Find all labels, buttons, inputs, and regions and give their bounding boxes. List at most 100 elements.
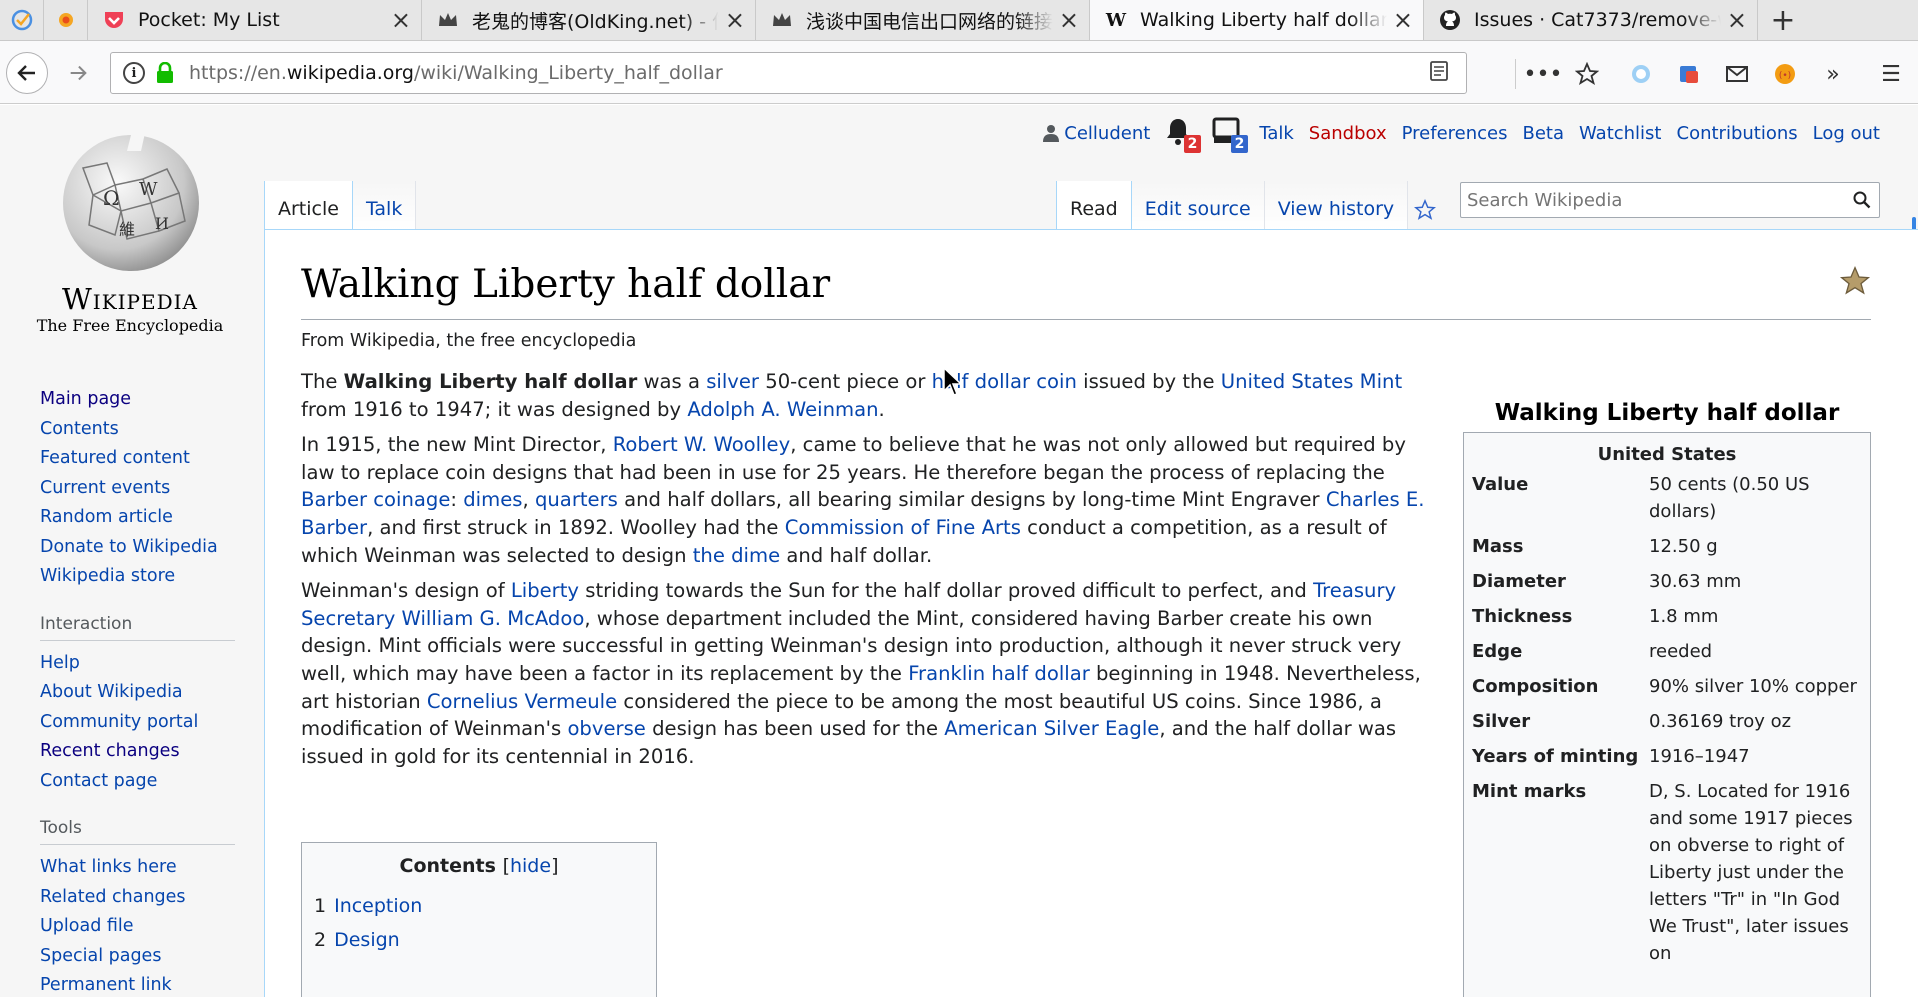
tab-edit-source[interactable]: Edit source [1131,181,1265,230]
url-text[interactable]: https://en.wikipedia.org/wiki/Walking_Li… [189,62,1426,84]
address-bar[interactable]: i https://en.wikipedia.org/wiki/Walking_… [110,52,1467,94]
link-barber-coinage[interactable]: Barber coinage [301,488,450,511]
sidebar-item[interactable]: Special pages [40,942,240,972]
site-info-icon[interactable]: i [123,62,145,84]
pinned-tab-extension[interactable] [44,0,88,40]
pocket-icon [102,8,126,32]
tab-talk[interactable]: Talk [352,181,417,230]
close-tab-icon[interactable]: × [391,6,411,34]
wikipedia-logo[interactable]: Ω W 維 И Wikipedia The Free Encyclopedia [30,123,230,335]
link-robert-woolley[interactable]: Robert W. Woolley [613,433,791,456]
link-commission-fine-arts[interactable]: Commission of Fine Arts [785,516,1021,539]
alerts-button[interactable]: 2 [1165,117,1202,153]
sidebar-item[interactable]: Current events [40,474,240,504]
reader-view-icon[interactable] [1426,60,1452,87]
link-obverse[interactable]: obverse [567,717,645,740]
search-icon[interactable] [1845,191,1879,209]
overflow-chevron-icon[interactable]: » [1818,59,1848,89]
beta-link[interactable]: Beta [1523,123,1565,144]
browser-tab[interactable]: 浅谈中国电信出口网络的链接 × [756,0,1090,40]
featured-article-star-icon[interactable] [1839,265,1871,302]
infobox-row: Value 50 cents (0.50 US dollars) [1472,471,1862,525]
sidebar-item[interactable]: Wikipedia store [40,562,240,592]
search-input[interactable] [1461,189,1845,211]
tab-view-history[interactable]: View history [1264,181,1409,230]
sidebar-item[interactable]: Contact page [40,767,240,797]
close-tab-icon[interactable]: × [725,6,745,34]
watchlist-link[interactable]: Watchlist [1579,123,1661,144]
sidebar-item[interactable]: Community portal [40,708,240,738]
link-liberty[interactable]: Liberty [511,579,579,602]
lock-icon[interactable] [155,61,175,84]
sidebar-item[interactable]: Main page [40,385,240,415]
toc-hide-link[interactable]: hide [510,855,551,877]
toc-item[interactable]: 2 Design [314,923,644,957]
close-tab-icon[interactable]: × [1059,6,1079,34]
browser-tab-active[interactable]: W Walking Liberty half dollar × [1090,0,1424,40]
link-franklin-half-dollar[interactable]: Franklin half dollar [908,662,1090,685]
watch-star-icon[interactable] [1408,181,1442,230]
crown-icon [770,8,794,32]
sidebar-item[interactable]: Donate to Wikipedia [40,533,240,563]
extension-circle-icon[interactable] [1626,59,1656,89]
hamburger-menu-icon[interactable]: ☰ [1876,59,1906,89]
logout-link[interactable]: Log out [1813,123,1880,144]
link-dimes[interactable]: dimes [463,488,522,511]
sidebar-item[interactable]: Recent changes [40,737,240,767]
browser-tab-strip: Pocket: My List × 老鬼的博客(OldKing.net) - 信… [0,0,1918,41]
browser-tab[interactable]: Pocket: My List × [88,0,422,40]
link-cornelius-vermeule[interactable]: Cornelius Vermeule [427,690,617,713]
toc-item[interactable]: 1 Inception [314,889,644,923]
pinned-tab-todo[interactable] [0,0,44,40]
browser-tab[interactable]: 老鬼的博客(OldKing.net) - 信 × [422,0,756,40]
infobox: Walking Liberty half dollar United State… [1463,400,1871,997]
link-the-dime[interactable]: the dime [693,544,780,567]
notices-button[interactable]: 2 [1212,117,1249,153]
sidebar-item[interactable]: Related changes [40,883,240,913]
tab-read[interactable]: Read [1056,181,1132,230]
user-page-link[interactable]: Celludent [1043,123,1150,144]
container-tabs-icon[interactable] [1674,59,1704,89]
toc-link[interactable]: Inception [334,895,422,917]
link-william-mcadoo[interactable]: Treasury Secretary William G. McAdoo [301,579,1396,630]
rss-feed-icon[interactable]: (•) [1770,59,1800,89]
mail-icon[interactable] [1722,59,1752,89]
page-actions-icon[interactable]: ••• [1524,59,1563,89]
sidebar-item[interactable]: Featured content [40,444,240,474]
tab-title: 浅谈中国电信出口网络的链接 [806,10,1053,33]
link-american-silver-eagle[interactable]: American Silver Eagle [944,717,1159,740]
sidebar-item[interactable]: Contents [40,415,240,445]
tab-article[interactable]: Article [264,181,353,230]
link-united-states-mint[interactable]: United States Mint [1221,370,1402,393]
infobox-label: Value [1472,474,1529,495]
sidebar-item[interactable]: Upload file [40,912,240,942]
new-tab-button[interactable]: + [1758,0,1808,40]
back-button[interactable] [6,52,48,94]
sandbox-link[interactable]: Sandbox [1309,123,1387,144]
talk-link[interactable]: Talk [1259,123,1293,144]
preferences-link[interactable]: Preferences [1402,123,1508,144]
web-page: Ω W 維 И Wikipedia The Free Encyclopedia … [0,105,1918,997]
infobox-value: 90% silver 10% copper [1649,676,1857,697]
bookmark-star-icon[interactable] [1572,59,1602,89]
sidebar-item[interactable]: What links here [40,853,240,883]
site-subtitle: From Wikipedia, the free encyclopedia [301,331,637,351]
sidebar-item[interactable]: Random article [40,503,240,533]
close-tab-icon[interactable]: × [1393,6,1413,34]
link-quarters[interactable]: quarters [535,488,618,511]
view-tabs: Read Edit source View history [1056,181,1442,230]
paragraph: In 1915, the new Mint Director, Robert W… [301,433,1425,567]
sidebar-item[interactable]: About Wikipedia [40,678,240,708]
close-tab-icon[interactable]: × [1727,6,1747,34]
browser-tab[interactable]: Issues · Cat7373/remove-web × [1424,0,1758,40]
infobox-row: Composition 90% silver 10% copper [1472,673,1862,700]
sidebar-item[interactable]: Help [40,649,240,679]
link-adolph-weinman[interactable]: Adolph A. Weinman [687,398,878,421]
forward-button[interactable] [62,57,94,89]
svg-text:И: И [155,214,169,233]
contributions-link[interactable]: Contributions [1677,123,1798,144]
toc-link[interactable]: Design [334,929,400,951]
sidebar-item[interactable]: Permanent link [40,971,240,997]
wikipedia-w-icon: W [1105,9,1127,31]
link-silver[interactable]: silver [706,370,759,393]
